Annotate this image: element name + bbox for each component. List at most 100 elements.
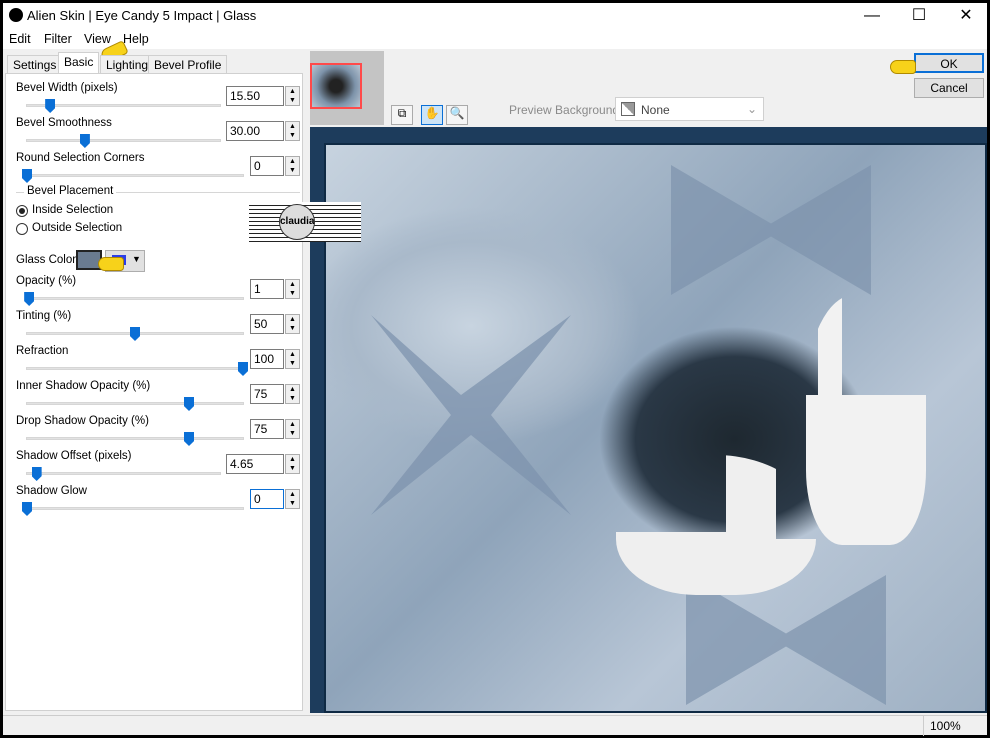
outside-selection-label[interactable]: Outside Selection (32, 222, 122, 234)
menu-view[interactable]: View (84, 32, 111, 46)
value-input[interactable]: 50 (250, 314, 284, 334)
control-label: Bevel Width (pixels) (16, 82, 118, 94)
preview-compare-icon: ⧉ (397, 106, 407, 120)
tab-bevel-profile[interactable]: Bevel Profile (148, 55, 228, 73)
control-label: Opacity (%) (16, 275, 77, 287)
slider-track[interactable] (26, 134, 221, 148)
close-button[interactable]: ✕ (943, 3, 989, 29)
chevron-down-icon: ⌄ (746, 102, 757, 116)
spinner-buttons[interactable]: ▲ ▼ (285, 279, 300, 299)
value-input[interactable]: 30.00 (226, 121, 284, 141)
spinner-buttons[interactable]: ▲ ▼ (285, 86, 300, 106)
slider-thumb[interactable] (130, 327, 140, 341)
slider-track[interactable] (22, 502, 244, 516)
value-input[interactable]: 0 (250, 156, 284, 176)
inside-selection-radio[interactable] (16, 205, 28, 217)
pointing-hand-icon (890, 60, 916, 74)
control-label: Shadow Glow (16, 485, 87, 497)
slider-thumb[interactable] (24, 292, 35, 306)
menu-filter[interactable]: Filter (44, 32, 72, 46)
control-label: Drop Shadow Opacity (%) (16, 415, 149, 427)
slider-track[interactable] (24, 292, 244, 306)
control-label: Bevel Smoothness (16, 117, 112, 129)
pointing-hand-icon (98, 257, 124, 271)
slider-track[interactable] (26, 432, 244, 446)
value-input[interactable]: 75 (250, 419, 284, 439)
maximize-button[interactable]: ☐ (896, 3, 942, 29)
preview-image (324, 143, 987, 713)
tab-lighting[interactable]: Lighting (100, 55, 155, 73)
spinner-buttons[interactable]: ▲ ▼ (285, 121, 300, 141)
ok-button[interactable]: OK (914, 53, 984, 73)
cancel-button[interactable]: Cancel (914, 78, 984, 98)
menu-bar: Edit Filter View Help (3, 29, 987, 49)
spinner-buttons[interactable]: ▲ ▼ (285, 419, 300, 439)
navigator-thumbnail[interactable] (310, 51, 384, 125)
slider-track[interactable] (26, 397, 244, 411)
value-input[interactable]: 100 (250, 349, 284, 369)
zoom-tool-button[interactable]: 🔍 (446, 105, 468, 125)
slider-thumb[interactable] (184, 432, 194, 446)
bow-decoration (371, 315, 571, 515)
value-input[interactable]: 4.65 (226, 454, 284, 474)
checker-icon (621, 102, 635, 116)
hand-tool-icon: ✋ (424, 106, 440, 120)
claudia-watermark: claudia (249, 202, 361, 242)
outside-selection-radio[interactable] (16, 223, 28, 235)
spinner-buttons[interactable]: ▲ ▼ (285, 314, 300, 334)
slider-thumb[interactable] (79, 134, 90, 148)
value-input[interactable]: 1 (250, 279, 284, 299)
slider-thumb[interactable] (22, 502, 32, 516)
slider-thumb[interactable] (184, 397, 194, 411)
slider-thumb[interactable] (238, 362, 248, 376)
bow-decoration (671, 165, 871, 295)
control-label: Inner Shadow Opacity (%) (16, 380, 151, 392)
spinner-buttons[interactable]: ▲ ▼ (285, 349, 300, 369)
tab-basic[interactable]: Basic (58, 52, 100, 74)
swan-swimming (616, 455, 816, 595)
value-input[interactable]: 75 (250, 384, 284, 404)
control-label: Refraction (16, 345, 69, 357)
minimize-button[interactable]: — (849, 3, 895, 29)
pan-tool-button[interactable]: ✋ (421, 105, 443, 125)
title-bar: Alien Skin | Eye Candy 5 Impact | Glass … (3, 3, 987, 29)
menu-edit[interactable]: Edit (9, 32, 31, 46)
slider-thumb[interactable] (22, 169, 32, 183)
eye-candy-window: Alien Skin | Eye Candy 5 Impact | Glass … (3, 3, 987, 736)
window-title: Alien Skin | Eye Candy 5 Impact | Glass (27, 8, 257, 23)
preview-background-label: Preview Background: (509, 103, 623, 117)
tab-settings[interactable]: Settings (7, 55, 63, 73)
spinner-buttons[interactable]: ▲ ▼ (285, 156, 300, 176)
preview-background-value: None (641, 103, 670, 117)
slider-track[interactable] (26, 467, 221, 481)
navigator-viewport[interactable] (310, 63, 362, 109)
basic-tab-panel: Bevel Placement Inside Selection Outside… (5, 73, 361, 711)
slider-track[interactable] (22, 169, 244, 183)
slider-thumb[interactable] (31, 467, 42, 481)
spinner-buttons[interactable]: ▲ ▼ (285, 454, 300, 474)
magnifier-icon: 🔍 (449, 106, 465, 120)
status-bar: 100% (3, 715, 987, 736)
slider-thumb[interactable] (45, 99, 56, 113)
preview-toggle-button[interactable]: ⧉ (391, 105, 413, 125)
settings-panel: Settings Basic Lighting Bevel Profile Be… (5, 51, 361, 713)
glass-color-label: Glass Color (16, 254, 77, 266)
preview-pane[interactable] (310, 127, 987, 713)
value-input[interactable]: 0 (250, 489, 284, 509)
control-label: Tinting (%) (16, 310, 72, 322)
control-label: Shadow Offset (pixels) (16, 450, 132, 462)
slider-track[interactable] (26, 362, 248, 376)
dropdown-arrow-icon: ▼ (132, 254, 141, 264)
app-icon (9, 8, 23, 22)
control-label: Round Selection Corners (16, 152, 145, 164)
bevel-placement-title: Bevel Placement (24, 185, 117, 197)
zoom-level: 100% (923, 716, 967, 736)
value-input[interactable]: 15.50 (226, 86, 284, 106)
menu-help[interactable]: Help (123, 32, 149, 46)
spinner-buttons[interactable]: ▲ ▼ (285, 384, 300, 404)
inside-selection-label[interactable]: Inside Selection (32, 204, 113, 216)
preview-background-select[interactable]: None ⌄ (615, 97, 764, 121)
slider-track[interactable] (26, 99, 221, 113)
spinner-buttons[interactable]: ▲ ▼ (285, 489, 300, 509)
slider-track[interactable] (26, 327, 244, 341)
